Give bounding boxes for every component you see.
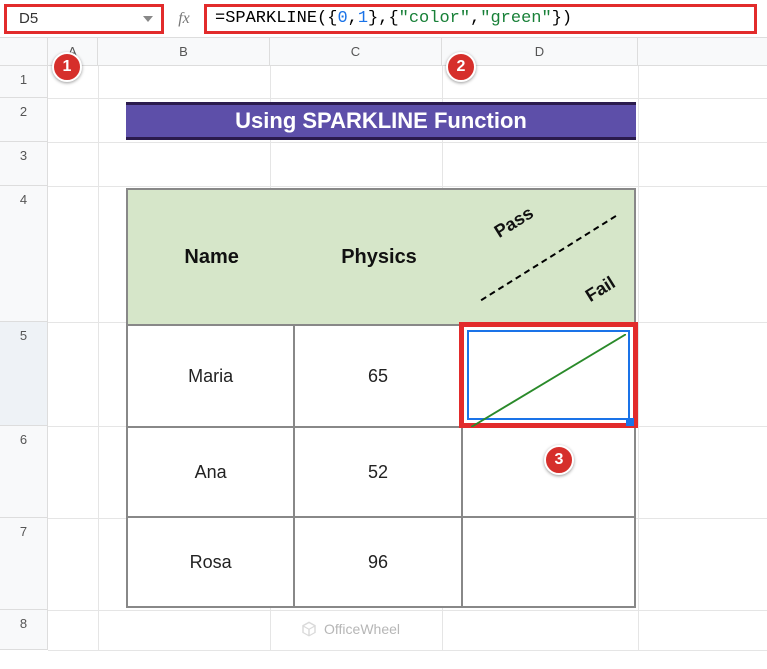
- formula-close-brace2: }: [552, 9, 562, 28]
- cell-D5[interactable]: [463, 326, 634, 426]
- watermark: OfficeWheel: [300, 620, 400, 638]
- name-box-value: D5: [19, 10, 38, 27]
- cube-icon: [300, 620, 318, 638]
- col-header-C[interactable]: C: [270, 38, 442, 65]
- callout-2: 2: [446, 52, 476, 82]
- formula-comma1: ,: [348, 9, 358, 28]
- row-headers: 1 2 3 4 5 6 7 8: [0, 66, 48, 650]
- formula-close-brace1: }: [368, 9, 378, 28]
- selection-handle[interactable]: [626, 418, 634, 426]
- row-header-6[interactable]: 6: [0, 426, 47, 518]
- formula-close-paren: ): [562, 9, 572, 28]
- row-header-7[interactable]: 7: [0, 518, 47, 610]
- formula-eq: =: [215, 9, 225, 28]
- row-header-8[interactable]: 8: [0, 610, 47, 650]
- table-header: Name Physics Pass Fail: [128, 190, 634, 324]
- cell-name[interactable]: Rosa: [128, 518, 295, 606]
- formula-str-color: "color": [399, 9, 470, 28]
- row-header-2[interactable]: 2: [0, 98, 47, 142]
- column-headers: A B C D: [0, 38, 767, 66]
- formula-comma2: ,: [378, 9, 388, 28]
- callout-1: 1: [52, 52, 82, 82]
- formula-bar[interactable]: = SPARKLINE ( { 0 , 1 } , { "color" , "g…: [204, 4, 757, 34]
- cell-grid[interactable]: Using SPARKLINE Function Name Physics Pa…: [48, 66, 767, 650]
- cell-physics[interactable]: 96: [295, 518, 462, 606]
- th-name: Name: [128, 190, 295, 324]
- data-table: Name Physics Pass Fail Maria 65: [126, 188, 636, 608]
- table-row: Maria 65: [128, 324, 634, 426]
- formula-n0: 0: [337, 9, 347, 28]
- formula-str-green: "green": [480, 9, 551, 28]
- name-box[interactable]: D5: [4, 4, 164, 34]
- fx-icon: fx: [164, 10, 204, 28]
- formula-open-paren: (: [317, 9, 327, 28]
- th-pass-label: Pass: [490, 202, 537, 242]
- formula-open-brace1: {: [327, 9, 337, 28]
- select-all-corner[interactable]: [0, 38, 48, 65]
- row-header-4[interactable]: 4: [0, 186, 47, 322]
- formula-fn: SPARKLINE: [225, 9, 317, 28]
- row-header-3[interactable]: 3: [0, 142, 47, 186]
- th-fail-label: Fail: [582, 272, 619, 306]
- cell-physics[interactable]: 52: [295, 428, 462, 516]
- formula-n1: 1: [358, 9, 368, 28]
- cell-D7[interactable]: [463, 518, 634, 606]
- callout-3: 3: [544, 445, 574, 475]
- sparkline-chart: [471, 334, 626, 427]
- formula-comma3: ,: [470, 9, 480, 28]
- cell-name[interactable]: Maria: [128, 326, 295, 426]
- row-header-5[interactable]: 5: [0, 322, 47, 426]
- formula-open-brace2: {: [388, 9, 398, 28]
- table-row: Rosa 96: [128, 516, 634, 606]
- col-header-B[interactable]: B: [98, 38, 270, 65]
- row-header-1[interactable]: 1: [0, 66, 47, 98]
- cell-D6[interactable]: [463, 428, 634, 516]
- chevron-down-icon: [143, 16, 153, 22]
- cell-physics[interactable]: 65: [295, 326, 462, 426]
- th-physics: Physics: [295, 190, 462, 324]
- cell-name[interactable]: Ana: [128, 428, 295, 516]
- page-title: Using SPARKLINE Function: [126, 102, 636, 140]
- watermark-text: OfficeWheel: [324, 621, 400, 637]
- th-passfail: Pass Fail: [463, 190, 634, 324]
